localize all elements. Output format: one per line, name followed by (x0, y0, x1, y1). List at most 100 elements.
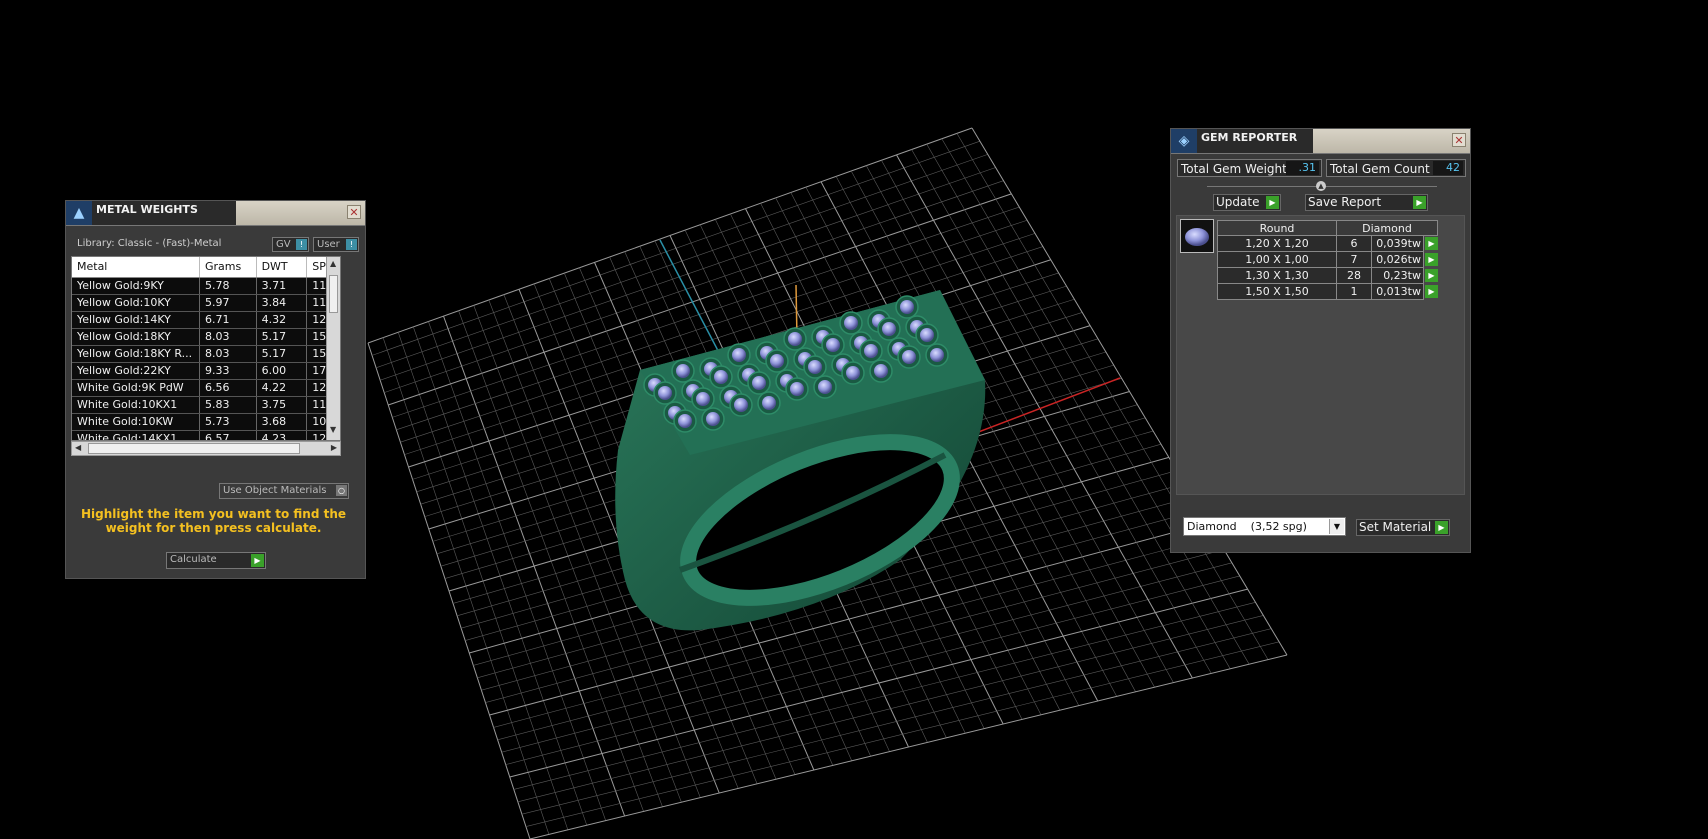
gem-reporter-titlebar[interactable]: ◈ GEM REPORTER ✕ (1171, 129, 1470, 154)
table-row[interactable]: Yellow Gold:10KY5.973.8411.45 (72, 295, 340, 312)
gem-stone[interactable] (762, 396, 776, 410)
table-cell: 6.00 (257, 363, 308, 379)
column-header[interactable]: Grams (200, 257, 257, 277)
play-arrow-icon: ▶ (1425, 237, 1438, 250)
scroll-down-icon[interactable]: ▼ (330, 425, 336, 434)
gem-stone[interactable] (874, 364, 888, 378)
gem-stone[interactable] (788, 332, 802, 346)
grid-line (525, 641, 1280, 827)
gem-stone[interactable] (676, 364, 690, 378)
column-header: Diamond (1336, 220, 1438, 236)
play-arrow-icon: ▶ (251, 554, 264, 567)
metal-weights-panel: ▲ METAL WEIGHTS ✕ Library: Classic - (Fa… (65, 200, 366, 579)
ring-model[interactable] (615, 290, 986, 631)
metal-weights-titlebar[interactable]: ▲ METAL WEIGHTS ✕ (66, 201, 365, 226)
gem-weight-cell: 0,013tw (1371, 284, 1424, 300)
scroll-thumb[interactable] (329, 275, 338, 313)
gem-stone[interactable] (900, 300, 914, 314)
play-arrow-icon: ▶ (1413, 196, 1426, 209)
table-row[interactable]: Yellow Gold:18KY8.035.1715.41 (72, 329, 340, 346)
save-report-button[interactable]: Save Report ▶ (1305, 194, 1428, 211)
gem-row[interactable]: 1,00 X 1,00 7 0,026tw ▶ (1217, 252, 1438, 268)
gem-count-cell: 6 (1336, 236, 1371, 252)
table-cell: Yellow Gold:18KY (72, 329, 200, 345)
library-label: Library: Classic - (Fast)-Metal (77, 238, 222, 249)
table-row[interactable]: Yellow Gold:18KY R...8.035.1715.41 (72, 346, 340, 363)
table-row[interactable]: Yellow Gold:9KY5.783.7111.08 (72, 278, 340, 295)
table-row[interactable]: Yellow Gold:14KY6.714.3212.88 (72, 312, 340, 329)
gem-stone[interactable] (846, 366, 860, 380)
gem-stone[interactable] (930, 348, 944, 362)
close-icon[interactable]: ✕ (1452, 133, 1466, 147)
scroll-right-icon[interactable]: ▶ (331, 443, 337, 452)
scroll-left-icon[interactable]: ◀ (75, 443, 81, 452)
material-select-value: Diamond (3,52 spg) (1187, 520, 1307, 533)
table-cell: 5.73 (200, 414, 257, 430)
table-row[interactable]: White Gold:10KW5.733.6810.99 (72, 414, 340, 431)
calculate-button[interactable]: Calculate ▶ (166, 552, 266, 569)
table-cell: 6.57 (200, 431, 257, 440)
gem-size-cell: 1,30 X 1,30 (1217, 268, 1336, 284)
gem-shape-thumbnail[interactable] (1180, 219, 1214, 253)
user-toggle[interactable]: User! (313, 237, 359, 252)
gem-stone[interactable] (658, 386, 672, 400)
update-button[interactable]: Update ▶ (1213, 194, 1281, 211)
gem-stone[interactable] (732, 348, 746, 362)
table-cell: 6.56 (200, 380, 257, 396)
table-cell: 5.83 (200, 397, 257, 413)
gv-toggle[interactable]: GV! (272, 237, 309, 252)
material-select[interactable]: Diamond (3,52 spg) ▼ (1183, 517, 1346, 536)
gem-stone[interactable] (678, 414, 692, 428)
gem-stone[interactable] (734, 398, 748, 412)
gem-stone[interactable] (864, 344, 878, 358)
gem-stone[interactable] (714, 370, 728, 384)
table-cell: 5.78 (200, 278, 257, 294)
column-header[interactable]: DWT (257, 257, 308, 277)
gem-row-action[interactable]: ▶ (1424, 236, 1438, 252)
gem-row-action[interactable]: ▶ (1424, 268, 1438, 284)
gem-stone[interactable] (770, 354, 784, 368)
column-header[interactable]: Metal (72, 257, 200, 277)
table-row[interactable]: White Gold:9K PdW6.564.2212.59 (72, 380, 340, 397)
gem-stone[interactable] (752, 376, 766, 390)
table-cell: White Gold:14KX1 (72, 431, 200, 440)
table-cell: 4.32 (257, 312, 308, 328)
collapse-icon[interactable]: ▲ (1316, 181, 1326, 191)
gem-stone[interactable] (706, 412, 720, 426)
table-row[interactable]: White Gold:10KX15.833.7511.18 (72, 397, 340, 414)
play-arrow-icon: ▶ (1425, 285, 1438, 298)
gem-stone[interactable] (818, 380, 832, 394)
gem-row[interactable]: 1,20 X 1,20 6 0,039tw ▶ (1217, 236, 1438, 252)
gem-row-action[interactable]: ▶ (1424, 252, 1438, 268)
close-icon[interactable]: ✕ (347, 205, 361, 219)
table-row[interactable]: Yellow Gold:22KY9.336.0017.89 (72, 363, 340, 380)
gem-row[interactable]: 1,50 X 1,50 1 0,013tw ▶ (1217, 284, 1438, 300)
table-cell: Yellow Gold:10KY (72, 295, 200, 311)
scroll-thumb[interactable] (88, 443, 300, 454)
gv-label: GV (276, 239, 291, 250)
gem-size-cell: 1,00 X 1,00 (1217, 252, 1336, 268)
table-row[interactable]: White Gold:14KX16.574.2312.61 (72, 431, 340, 440)
gem-stone[interactable] (882, 322, 896, 336)
horizontal-scrollbar[interactable]: ◀ ▶ (71, 441, 341, 456)
gem-row-action[interactable]: ▶ (1424, 284, 1438, 300)
gem-weight-cell: 0,039tw (1371, 236, 1424, 252)
gem-stone[interactable] (790, 382, 804, 396)
play-arrow-icon: ▶ (1425, 253, 1438, 266)
save-report-label: Save Report (1308, 195, 1382, 209)
gem-stone[interactable] (902, 350, 916, 364)
gem-stone[interactable] (808, 360, 822, 374)
scroll-up-icon[interactable]: ▲ (330, 259, 336, 268)
gem-weight-cell: 0,026tw (1371, 252, 1424, 268)
gem-row[interactable]: 1,30 X 1,30 28 0,23tw ▶ (1217, 268, 1438, 284)
gem-stone[interactable] (696, 392, 710, 406)
gem-stone[interactable] (844, 316, 858, 330)
gem-stone[interactable] (920, 328, 934, 342)
use-object-materials-button[interactable]: Use Object Materials ○ (219, 483, 349, 499)
chevron-down-icon[interactable]: ▼ (1329, 519, 1344, 534)
set-material-button[interactable]: Set Material ▶ (1356, 519, 1450, 536)
grid-line (513, 602, 1256, 790)
total-gem-weight-label: Total Gem Weight (1181, 162, 1287, 176)
vertical-scrollbar[interactable]: ▲ ▼ (326, 257, 340, 440)
gem-stone[interactable] (826, 338, 840, 352)
